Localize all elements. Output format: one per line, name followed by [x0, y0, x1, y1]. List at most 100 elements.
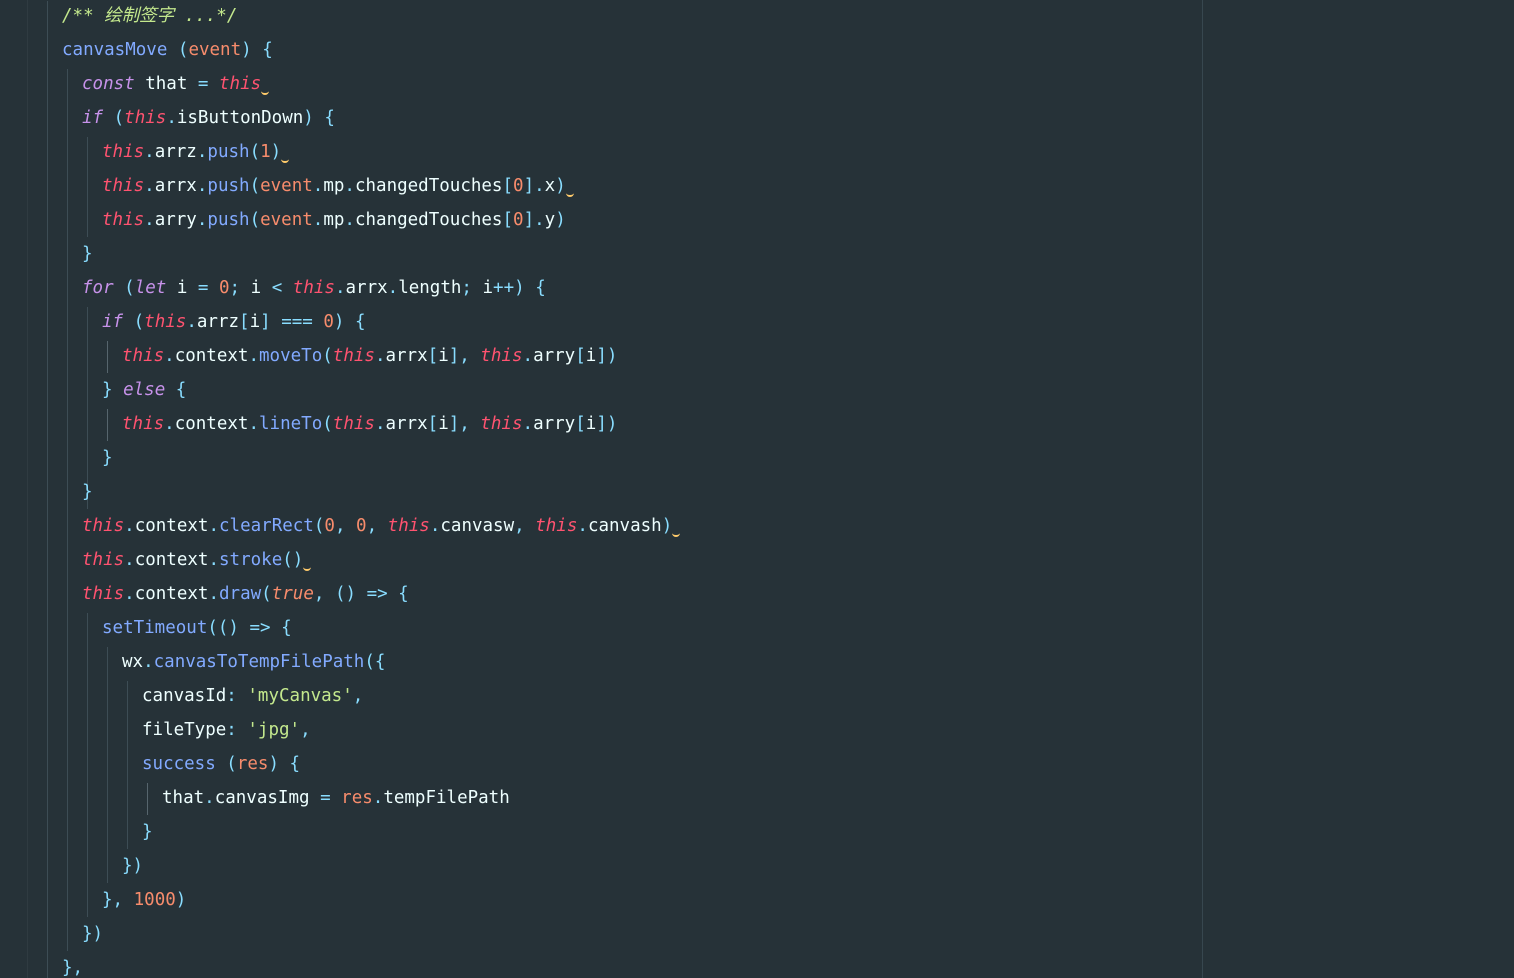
code-line[interactable]: that.canvasImg = res.tempFilePath [162, 781, 510, 815]
code-token: . [387, 278, 399, 298]
code-line[interactable]: this.context.moveTo(this.arrx[i], this.a… [122, 339, 617, 373]
code-token: this [82, 550, 125, 570]
lint-warning-squiggle[interactable] [281, 135, 290, 169]
code-token: arrz [154, 142, 197, 162]
code-token: length [398, 278, 462, 298]
code-token: wx [122, 652, 144, 672]
code-token: context [134, 584, 209, 604]
code-token: ( [249, 176, 261, 196]
code-token: ] [260, 312, 271, 332]
lint-warning-squiggle[interactable] [261, 67, 270, 101]
code-token: . [204, 788, 215, 808]
code-token: canvasImg [214, 788, 321, 808]
code-token: . [248, 414, 260, 434]
code-token: i [438, 346, 449, 366]
code-line[interactable]: wx.canvasToTempFilePath({ [122, 645, 385, 679]
code-line[interactable]: canvasId: 'myCanvas', [142, 679, 363, 713]
code-line[interactable]: for (let i = 0; i < this.arrx.length; i+… [82, 271, 546, 305]
code-token: . [429, 516, 441, 536]
code-line[interactable]: canvasMove (event) { [62, 33, 273, 67]
code-token: this [292, 278, 335, 298]
code-token: [ [427, 414, 439, 434]
code-line[interactable]: this.context.draw(true, () => { [82, 577, 409, 611]
code-token: . [124, 550, 135, 570]
code-line[interactable]: this.context.clearRect(0, 0, this.canvas… [82, 509, 681, 543]
code-token: . [196, 142, 208, 162]
code-line[interactable]: } [82, 475, 93, 509]
code-token: } [82, 482, 93, 502]
code-token: . [312, 210, 324, 230]
code-token: res [236, 754, 269, 774]
code-line[interactable]: this.arry.push(event.mp.changedTouches[0… [102, 203, 566, 237]
code-token: this [122, 414, 165, 434]
code-token: const [82, 74, 135, 94]
gutter-divider [27, 0, 28, 978]
code-token: ], [448, 346, 470, 366]
code-line[interactable]: /** 绘制签字 ...*/ [62, 0, 237, 33]
code-token: , [352, 686, 364, 706]
lint-warning-squiggle[interactable] [672, 509, 681, 543]
code-token: () [282, 550, 304, 570]
code-token: i [166, 278, 198, 298]
code-token: /** 绘制签字 ...*/ [62, 6, 238, 26]
code-line[interactable]: this.context.stroke() [82, 543, 312, 577]
code-line[interactable]: if (this.isButtonDown) { [82, 101, 335, 135]
code-line[interactable]: fileType: 'jpg', [142, 713, 311, 747]
code-token: 0 [513, 210, 524, 230]
code-line[interactable]: } [82, 237, 93, 271]
code-line[interactable]: } [102, 441, 113, 475]
code-token: push [207, 210, 250, 230]
code-token: , [334, 516, 346, 536]
code-token: === [270, 312, 324, 332]
code-token: [ [575, 346, 586, 366]
code-token: this [535, 516, 578, 536]
code-token: } [102, 448, 113, 468]
code-token: i [585, 414, 597, 434]
code-line[interactable]: } [142, 815, 153, 849]
code-token: isButtonDown [176, 108, 304, 128]
lint-warning-squiggle[interactable] [303, 543, 312, 577]
code-token: . [124, 516, 135, 536]
code-token: context [134, 550, 209, 570]
code-token: this [332, 414, 375, 434]
code-token: this [102, 142, 145, 162]
code-line[interactable]: this.context.lineTo(this.arrx[i], this.a… [122, 407, 617, 441]
code-line[interactable]: }, 1000) [102, 883, 186, 917]
code-editor[interactable]: /** 绘制签字 ...*/ canvasMove (event) {const … [0, 0, 1514, 978]
code-token: push [207, 142, 250, 162]
code-token: . [144, 176, 155, 196]
code-line[interactable]: setTimeout(() => { [102, 611, 292, 645]
code-token: this [387, 516, 430, 536]
code-token: this [124, 108, 167, 128]
code-line[interactable]: }) [82, 917, 103, 951]
code-token: i [249, 312, 261, 332]
code-token: mp [323, 176, 345, 196]
code-line[interactable]: } else { [102, 373, 186, 407]
code-token: this [122, 346, 165, 366]
code-token: }) [122, 856, 144, 876]
code-line[interactable]: this.arrz.push(1) [102, 135, 290, 169]
code-token: , [514, 516, 525, 536]
code-token: ( [249, 210, 261, 230]
editor-ruler [1202, 0, 1203, 978]
code-token: 'jpg' [247, 720, 301, 740]
code-line[interactable]: if (this.arrz[i] === 0) { [102, 305, 366, 339]
code-line[interactable]: }) [122, 849, 143, 883]
code-token: . [577, 516, 588, 536]
code-line[interactable]: }, [62, 951, 83, 978]
code-token: this [332, 346, 375, 366]
code-line[interactable]: this.arrx.push(event.mp.changedTouches[0… [102, 169, 574, 203]
code-token: = [197, 74, 209, 94]
code-token: ; [461, 278, 472, 298]
indent-guide [87, 137, 88, 237]
lint-warning-squiggle[interactable] [565, 169, 574, 203]
code-line[interactable]: const that = this [82, 67, 270, 101]
code-token: [ [502, 176, 514, 196]
code-token: ( [322, 346, 333, 366]
code-line[interactable]: success (res) { [142, 747, 300, 781]
